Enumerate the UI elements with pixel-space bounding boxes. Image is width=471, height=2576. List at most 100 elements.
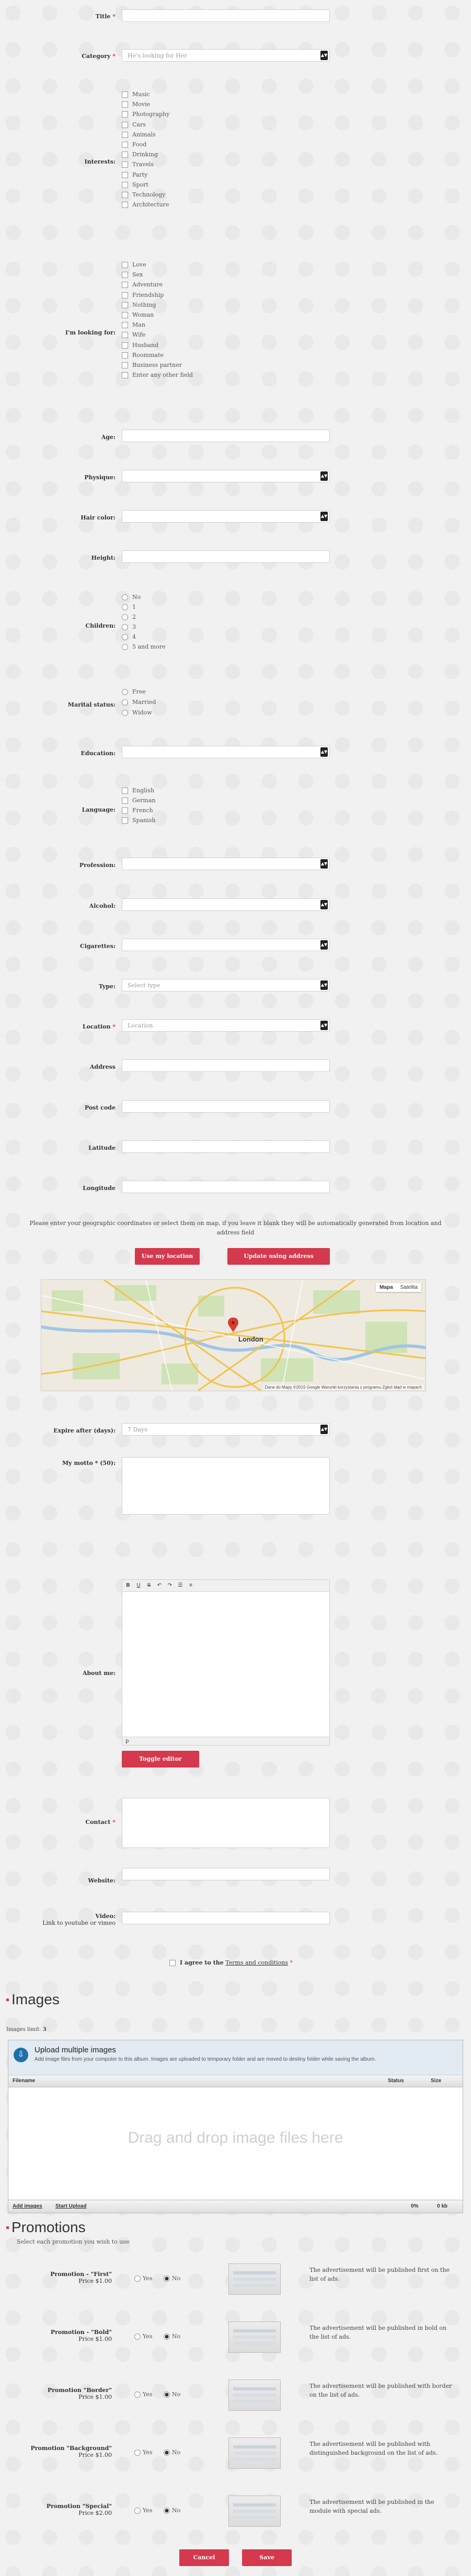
radio-button[interactable]	[122, 644, 128, 650]
cancel-button[interactable]: Cancel	[179, 2549, 229, 2566]
interest-option[interactable]: Architecture	[122, 201, 169, 209]
undo-icon[interactable]: ↶	[155, 1581, 164, 1590]
height-input[interactable]	[122, 550, 330, 563]
promotion-yes-option[interactable]: Yes	[134, 2507, 152, 2514]
type-select[interactable]: Select type ▲▼	[122, 979, 330, 991]
promotion-yes-option[interactable]: Yes	[134, 2333, 152, 2340]
radio-button[interactable]	[134, 2275, 141, 2282]
save-button[interactable]: Save	[242, 2549, 292, 2566]
checkbox[interactable]	[122, 152, 128, 158]
category-select[interactable]: He's looking for Her ▲▼	[122, 49, 330, 62]
bold-icon[interactable]: B	[124, 1581, 132, 1590]
alcohol-select[interactable]: ▲▼	[122, 898, 330, 911]
checkbox[interactable]	[122, 332, 128, 339]
drop-zone[interactable]: Drag and drop image files here	[8, 2087, 463, 2190]
checkbox[interactable]	[122, 181, 128, 188]
checkbox[interactable]	[122, 202, 128, 209]
checkbox[interactable]	[122, 807, 128, 814]
checkbox[interactable]	[122, 322, 128, 329]
looking-for-option[interactable]: Sex	[122, 271, 143, 279]
address-input[interactable]	[122, 1059, 330, 1072]
post-code-input[interactable]	[122, 1100, 330, 1113]
start-upload-button[interactable]: Start Upload	[55, 2203, 86, 2209]
checkbox[interactable]	[122, 272, 128, 279]
language-option[interactable]: English	[122, 787, 154, 794]
checkbox[interactable]	[122, 798, 128, 804]
physique-select[interactable]: ▲▼	[122, 470, 330, 482]
education-select[interactable]: ▲▼	[122, 746, 330, 758]
marital-option[interactable]: Married	[122, 699, 156, 706]
children-option[interactable]: 5 and more	[122, 643, 166, 651]
promotion-no-option[interactable]: No	[164, 2507, 180, 2514]
marital-option[interactable]: Widow	[122, 709, 152, 717]
looking-for-option[interactable]: Man	[122, 321, 145, 329]
promotion-no-option[interactable]: No	[164, 2391, 180, 2398]
checkbox[interactable]	[122, 101, 128, 108]
terms-checkbox[interactable]	[169, 1960, 176, 1966]
add-images-button[interactable]: Add images	[13, 2203, 42, 2209]
map-type-control[interactable]: Mapa Satelita	[376, 1283, 421, 1292]
checkbox[interactable]	[122, 111, 128, 118]
checkbox[interactable]	[122, 142, 128, 148]
radio-button[interactable]	[134, 2508, 141, 2514]
promotion-no-option[interactable]: No	[164, 2333, 180, 2340]
interest-option[interactable]: Drinking	[122, 151, 158, 158]
interest-option[interactable]: Technology	[122, 191, 165, 199]
map-type-satellite[interactable]: Satelita	[397, 1283, 421, 1292]
radio-button[interactable]	[164, 2275, 170, 2282]
checkbox[interactable]	[122, 788, 128, 794]
longitude-input[interactable]	[122, 1181, 330, 1193]
interest-option[interactable]: Food	[122, 141, 146, 148]
radio-button[interactable]	[134, 2392, 141, 2398]
video-input[interactable]	[122, 1912, 330, 1924]
looking-for-option[interactable]: Nothing	[122, 302, 156, 309]
terms-link[interactable]: Terms and conditions	[225, 1959, 288, 1966]
contact-textarea[interactable]	[122, 1798, 330, 1848]
radio-button[interactable]	[164, 2334, 170, 2340]
checkbox[interactable]	[122, 302, 128, 308]
location-map[interactable]: London Mapa Satelita Dane do Mapy ©2015 G…	[41, 1279, 426, 1391]
radio-button[interactable]	[122, 614, 128, 620]
checkbox[interactable]	[122, 352, 128, 359]
checkbox[interactable]	[122, 282, 128, 288]
checkbox[interactable]	[122, 262, 128, 268]
about-me-editor[interactable]: B U S ↶ ↷ ☰ ≡ p	[122, 1579, 330, 1746]
marital-option[interactable]: Free	[122, 688, 146, 696]
interest-option[interactable]: Animals	[122, 131, 156, 138]
radio-button[interactable]	[122, 604, 128, 610]
title-input[interactable]	[122, 9, 330, 22]
promotion-yes-option[interactable]: Yes	[134, 2275, 152, 2282]
looking-for-option[interactable]: Woman	[122, 311, 154, 319]
redo-icon[interactable]: ↷	[166, 1581, 174, 1590]
radio-button[interactable]	[164, 2450, 170, 2456]
checkbox[interactable]	[122, 121, 128, 128]
children-option[interactable]: No	[122, 594, 141, 601]
children-option[interactable]: 4	[122, 633, 136, 641]
expire-select[interactable]: 7 Days ▲▼	[122, 1423, 330, 1436]
motto-textarea[interactable]	[122, 1457, 330, 1515]
children-option[interactable]: 3	[122, 623, 136, 631]
map-type-map[interactable]: Mapa	[376, 1283, 397, 1292]
looking-for-option[interactable]: Love	[122, 261, 146, 269]
children-option[interactable]: 2	[122, 614, 136, 621]
interest-option[interactable]: Movie	[122, 101, 150, 108]
radio-button[interactable]	[122, 699, 128, 706]
language-option[interactable]: French	[122, 807, 153, 814]
promotion-no-option[interactable]: No	[164, 2275, 180, 2282]
cigarettes-select[interactable]: ▲▼	[122, 939, 330, 951]
looking-for-option[interactable]: Friendship	[122, 292, 164, 299]
interest-option[interactable]: Travels	[122, 161, 154, 168]
looking-for-option[interactable]: Wife	[122, 331, 145, 339]
numbered-list-icon[interactable]: ≡	[187, 1581, 195, 1590]
checkbox[interactable]	[122, 131, 128, 138]
bullet-list-icon[interactable]: ☰	[176, 1581, 185, 1590]
checkbox[interactable]	[122, 192, 128, 198]
promotion-no-option[interactable]: No	[164, 2449, 180, 2456]
interest-option[interactable]: Sport	[122, 181, 148, 189]
radio-button[interactable]	[122, 624, 128, 630]
looking-for-option[interactable]: Enter any other field	[122, 372, 193, 379]
radio-button[interactable]	[122, 594, 128, 600]
promotion-yes-option[interactable]: Yes	[134, 2449, 152, 2456]
checkbox[interactable]	[122, 342, 128, 349]
checkbox[interactable]	[122, 312, 128, 318]
